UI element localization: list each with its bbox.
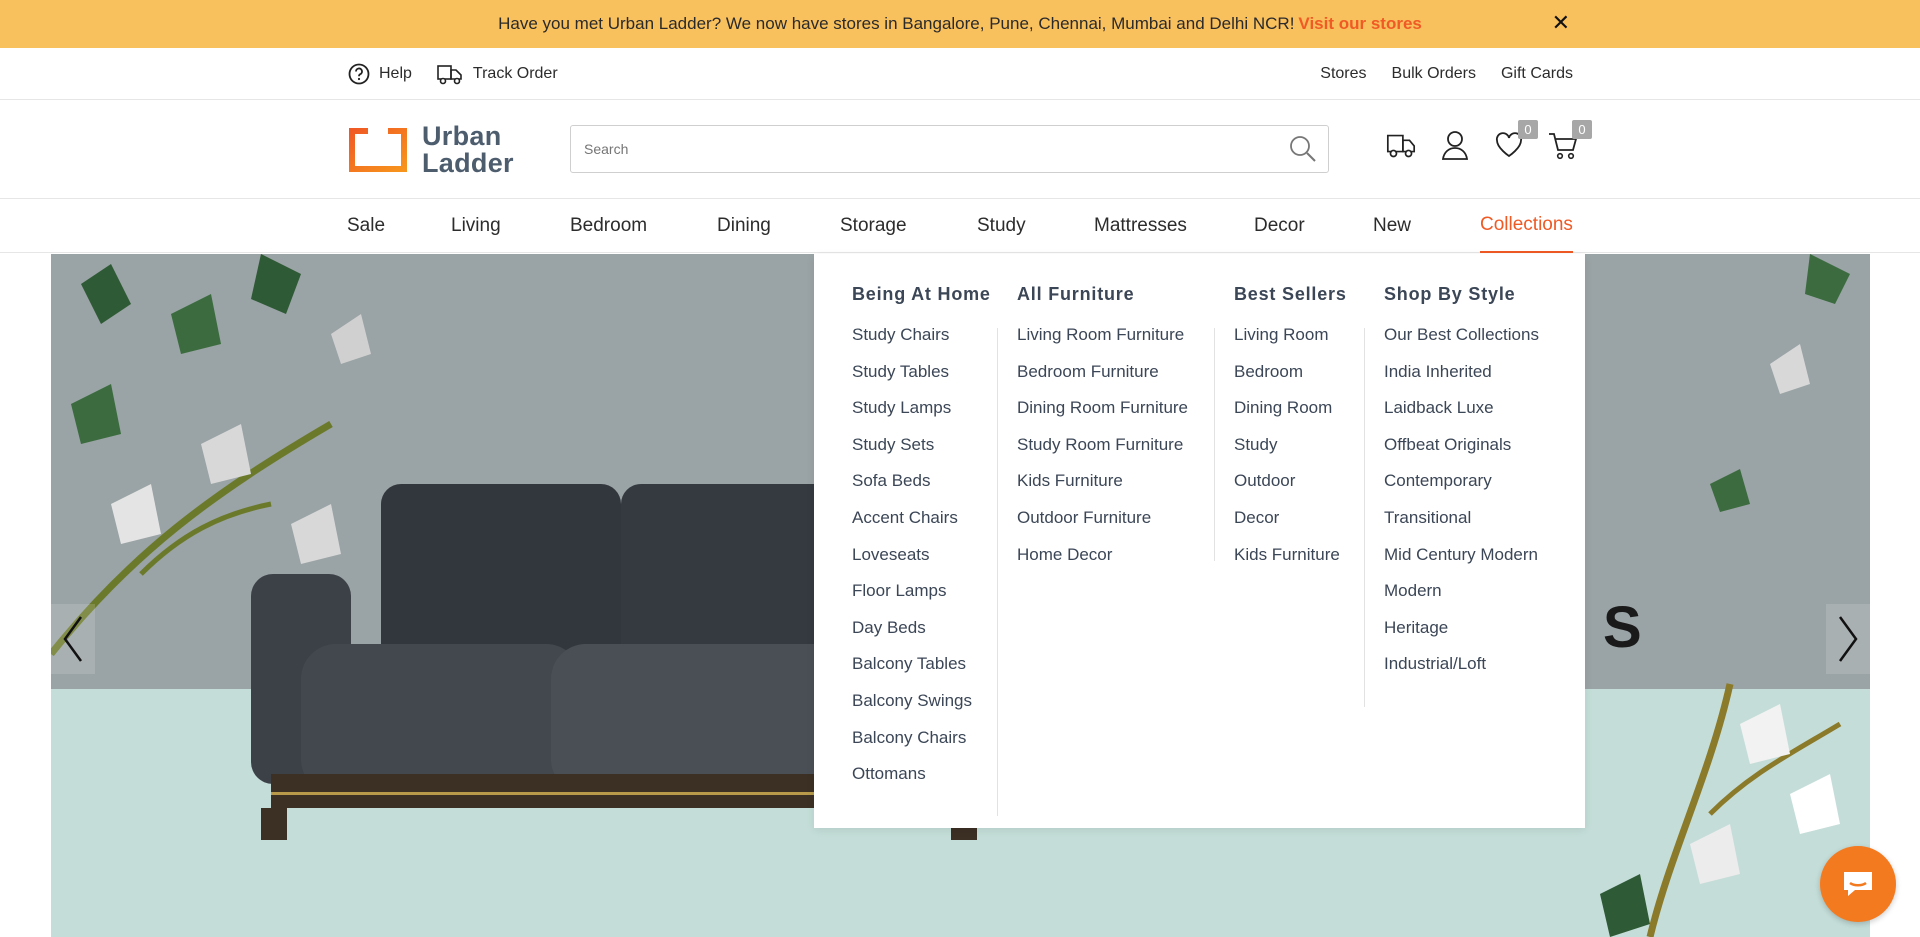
mega-menu-link[interactable]: Ottomans: [852, 764, 972, 801]
mega-menu-link[interactable]: Kids Furniture: [1234, 545, 1340, 582]
mega-menu-link[interactable]: Study Chairs: [852, 325, 972, 362]
mega-menu-link[interactable]: Balcony Chairs: [852, 728, 972, 765]
logo-mark-icon: [349, 127, 407, 172]
mega-menu-link[interactable]: Loveseats: [852, 545, 972, 582]
nav-item-new[interactable]: New: [1373, 199, 1411, 253]
carousel-next-button[interactable]: [1826, 604, 1870, 674]
user-icon: [1441, 131, 1469, 160]
mega-menu-link[interactable]: Floor Lamps: [852, 581, 972, 618]
mega-menu-heading[interactable]: All Furniture: [1017, 284, 1134, 305]
chat-icon: [1844, 872, 1872, 896]
mega-menu-link[interactable]: Balcony Tables: [852, 654, 972, 691]
account-button[interactable]: [1439, 128, 1471, 162]
mega-menu-link[interactable]: Heritage: [1384, 618, 1539, 655]
mega-menu-link[interactable]: Study Tables: [852, 362, 972, 399]
chat-button[interactable]: [1820, 846, 1896, 922]
announcement-bar: Have you met Urban Ladder? We now have s…: [0, 0, 1920, 48]
mega-menu-link[interactable]: Study: [1234, 435, 1340, 472]
mega-menu-link[interactable]: Study Sets: [852, 435, 972, 472]
gift-cards-link[interactable]: Gift Cards: [1501, 65, 1573, 83]
utility-bar: Help Track Order Stores Bulk Orders Gift…: [0, 48, 1920, 100]
mega-menu-link[interactable]: Outdoor Furniture: [1017, 508, 1188, 545]
nav-item-mattresses[interactable]: Mattresses: [1094, 199, 1187, 253]
search-box: [570, 125, 1329, 173]
track-order-label: Track Order: [472, 65, 558, 82]
mega-menu-link[interactable]: Outdoor: [1234, 471, 1340, 508]
mega-menu-link[interactable]: Mid Century Modern: [1384, 545, 1539, 582]
mega-menu-link[interactable]: Our Best Collections: [1384, 325, 1539, 362]
nav-item-collections[interactable]: Collections: [1480, 199, 1573, 253]
nav-item-living[interactable]: Living: [451, 199, 501, 253]
logo-line-2: Ladder: [422, 148, 514, 178]
chevron-left-icon: [63, 616, 83, 662]
mega-menu-link[interactable]: Transitional: [1384, 508, 1539, 545]
visit-stores-link[interactable]: Visit our stores: [1298, 14, 1421, 34]
track-order-link[interactable]: Track Order: [436, 62, 558, 86]
mega-menu-link[interactable]: India Inherited: [1384, 362, 1539, 399]
nav-item-decor[interactable]: Decor: [1254, 199, 1305, 253]
main-header: Urban Ladder 0 0: [0, 100, 1920, 199]
mega-menu-link[interactable]: Day Beds: [852, 618, 972, 655]
wishlist-count-badge: 0: [1518, 120, 1538, 139]
mega-menu-link[interactable]: Dining Room Furniture: [1017, 398, 1188, 435]
track-order-button[interactable]: [1385, 128, 1417, 162]
mega-menu-heading[interactable]: Being At Home: [852, 284, 991, 305]
nav-item-storage[interactable]: Storage: [840, 199, 907, 253]
mega-menu-link[interactable]: Study Room Furniture: [1017, 435, 1188, 472]
announcement-text: Have you met Urban Ladder? We now have s…: [498, 14, 1295, 33]
mega-menu-link[interactable]: Contemporary: [1384, 471, 1539, 508]
nav-item-dining[interactable]: Dining: [717, 199, 771, 253]
mega-menu-link[interactable]: Decor: [1234, 508, 1340, 545]
mega-menu-divider: [1364, 328, 1365, 707]
mega-menu-divider: [1214, 328, 1215, 561]
help-label: Help: [379, 65, 412, 82]
carousel-prev-button[interactable]: [51, 604, 95, 674]
search-icon[interactable]: [1288, 134, 1318, 164]
mega-menu-link[interactable]: Laidback Luxe: [1384, 398, 1539, 435]
truck-icon: [437, 65, 462, 85]
truck-icon: [1386, 134, 1416, 158]
mega-menu-link[interactable]: Bedroom Furniture: [1017, 362, 1188, 399]
collections-mega-menu: Being At Home Study Chairs Study Tables Stu…: [814, 254, 1585, 828]
mega-menu-link[interactable]: Industrial/Loft: [1384, 654, 1539, 691]
urban-ladder-logo[interactable]: Urban Ladder: [348, 123, 514, 177]
mega-menu-link[interactable]: Dining Room: [1234, 398, 1340, 435]
mega-menu-heading[interactable]: Best Sellers: [1234, 284, 1347, 305]
mega-menu-link[interactable]: Study Lamps: [852, 398, 972, 435]
mega-menu-link[interactable]: Living Room Furniture: [1017, 325, 1188, 362]
wishlist-button[interactable]: 0: [1493, 120, 1538, 162]
stores-link[interactable]: Stores: [1320, 65, 1366, 83]
help-link[interactable]: Help: [348, 63, 412, 85]
mega-menu-link[interactable]: Balcony Swings: [852, 691, 972, 728]
mega-menu-link[interactable]: Offbeat Originals: [1384, 435, 1539, 472]
nav-item-study[interactable]: Study: [977, 199, 1026, 253]
mega-menu-divider: [997, 328, 998, 816]
mega-menu-link[interactable]: Modern: [1384, 581, 1539, 618]
mega-menu-link[interactable]: Home Decor: [1017, 545, 1188, 582]
cart-button[interactable]: 0: [1547, 120, 1592, 162]
mega-menu-heading[interactable]: Shop By Style: [1384, 284, 1515, 305]
chevron-right-icon: [1838, 616, 1858, 662]
cart-count-badge: 0: [1572, 120, 1592, 139]
mega-menu-link[interactable]: Kids Furniture: [1017, 471, 1188, 508]
bulk-orders-link[interactable]: Bulk Orders: [1392, 65, 1476, 83]
mega-menu-link[interactable]: Accent Chairs: [852, 508, 972, 545]
search-input[interactable]: [571, 126, 1261, 172]
close-announcement-button[interactable]: ✕: [1552, 10, 1570, 36]
mega-menu-link[interactable]: Bedroom: [1234, 362, 1340, 399]
mega-menu-link[interactable]: Living Room: [1234, 325, 1340, 362]
nav-item-sale[interactable]: Sale: [347, 199, 385, 253]
mega-menu-link[interactable]: Sofa Beds: [852, 471, 972, 508]
nav-item-bedroom[interactable]: Bedroom: [570, 199, 647, 253]
main-nav: Sale Living Bedroom Dining Storage Study Mattr…: [0, 199, 1920, 253]
help-icon: [348, 63, 370, 85]
logo-line-1: Urban: [422, 121, 502, 151]
